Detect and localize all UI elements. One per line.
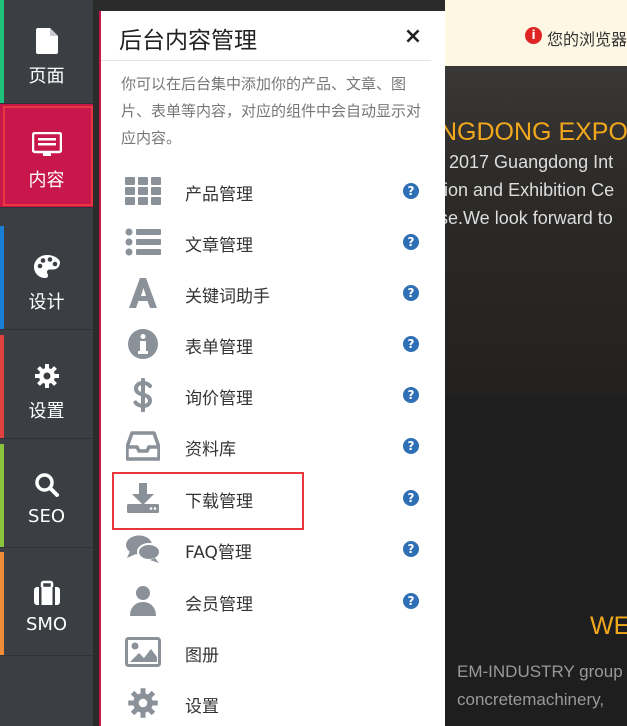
menu-item-label: 产品管理 bbox=[185, 185, 253, 205]
menu-item-articles[interactable]: 文章管理 ? bbox=[111, 219, 436, 265]
list-icon bbox=[123, 223, 163, 261]
section-title: WE bbox=[590, 612, 627, 640]
palette-icon bbox=[0, 252, 93, 282]
sidebar-item-label: SMO bbox=[25, 614, 68, 635]
menu-item-members[interactable]: 会员管理 ? bbox=[111, 578, 436, 624]
search-icon bbox=[0, 470, 93, 500]
hero-text-line: ase.We look forward to bbox=[445, 208, 613, 228]
panel-description: 你可以在后台集中添加你的产品、文章、图片、表单等内容，对应的组件中会自动显示对应… bbox=[121, 75, 422, 147]
gear-icon bbox=[0, 361, 93, 391]
hero-text-line: 9, 2017 Guangdong Int bbox=[445, 152, 614, 172]
menu-item-forms[interactable]: 表单管理 ? bbox=[111, 321, 436, 367]
menu-item-inquiries[interactable]: 询价管理 ? bbox=[111, 372, 436, 418]
menu-item-label: FAQ管理 bbox=[185, 543, 252, 563]
left-sidebar: 页面 内容 设计 设置 SEO SMO bbox=[0, 0, 93, 726]
sidebar-item-design[interactable]: 设计 bbox=[0, 226, 93, 330]
help-icon[interactable]: ? bbox=[403, 541, 419, 557]
image-icon bbox=[123, 633, 163, 671]
gear-icon bbox=[123, 684, 163, 722]
sidebar-item-label: 设置 bbox=[28, 401, 65, 422]
body-text-line: EM-INDUSTRY group bbox=[457, 662, 623, 681]
menu-item-label: 资料库 bbox=[185, 440, 236, 460]
rail-gap bbox=[93, 0, 99, 10]
content-management-panel: 后台内容管理 × 你可以在后台集中添加你的产品、文章、图片、表单等内容，对应的组… bbox=[99, 11, 445, 726]
menu-item-label: 设置 bbox=[185, 697, 219, 717]
help-icon[interactable]: ? bbox=[403, 438, 419, 454]
sidebar-item-label: SEO bbox=[28, 506, 65, 527]
sidebar-item-label: 页面 bbox=[28, 66, 65, 87]
help-icon[interactable]: ? bbox=[403, 387, 419, 403]
dollar-icon bbox=[123, 376, 163, 414]
help-icon[interactable]: ? bbox=[403, 336, 419, 352]
grid-icon bbox=[123, 172, 163, 210]
menu-item-downloads[interactable]: 下载管理 ? bbox=[111, 472, 436, 530]
info-circle-icon bbox=[123, 325, 163, 363]
help-icon[interactable]: ? bbox=[403, 183, 419, 199]
sidebar-item-seo[interactable]: SEO bbox=[0, 444, 93, 548]
user-icon bbox=[123, 582, 163, 620]
sidebar-item-settings[interactable]: 设置 bbox=[0, 335, 93, 439]
body-text-line: concretemachinery, bbox=[457, 690, 605, 709]
file-icon bbox=[0, 26, 93, 56]
sidebar-item-page[interactable]: 页面 bbox=[0, 0, 93, 104]
divider bbox=[101, 60, 431, 61]
menu-item-keyword-assistant[interactable]: 关键词助手 ? bbox=[111, 270, 436, 316]
close-icon[interactable]: × bbox=[401, 24, 425, 49]
comments-icon bbox=[123, 530, 163, 568]
website-preview: i 您的浏览器 NGDONG EXPO 9, 2017 Guangdong In… bbox=[445, 0, 627, 726]
hero-banner bbox=[445, 66, 627, 396]
panel-title: 后台内容管理 bbox=[119, 28, 257, 54]
menu-item-library[interactable]: 资料库 ? bbox=[111, 423, 436, 469]
menu-item-products[interactable]: 产品管理 ? bbox=[111, 168, 436, 214]
hero-text-line: ntion and Exhibition Ce bbox=[445, 180, 615, 200]
menu-item-label: 询价管理 bbox=[185, 389, 253, 409]
sidebar-item-smo[interactable]: SMO bbox=[0, 552, 93, 656]
sidebar-item-content[interactable]: 内容 bbox=[0, 104, 93, 208]
menu-item-label: 关键词助手 bbox=[185, 287, 270, 307]
menu-item-settings[interactable]: 设置 bbox=[111, 680, 436, 726]
font-a-icon bbox=[123, 274, 163, 312]
inbox-icon bbox=[123, 427, 163, 465]
download-icon bbox=[123, 479, 163, 517]
menu-item-faq[interactable]: FAQ管理 ? bbox=[111, 526, 436, 572]
sidebar-item-label: 设计 bbox=[28, 292, 65, 313]
menu-item-label: 文章管理 bbox=[185, 236, 253, 256]
briefcase-icon bbox=[0, 578, 93, 608]
menu-item-label: 会员管理 bbox=[185, 595, 253, 615]
monitor-list-icon bbox=[0, 130, 93, 160]
sidebar-item-label: 内容 bbox=[28, 170, 65, 191]
browser-notice-bar: i 您的浏览器 bbox=[445, 0, 627, 66]
browser-notice-text: 您的浏览器 bbox=[547, 30, 627, 49]
help-icon[interactable]: ? bbox=[403, 285, 419, 301]
help-icon[interactable]: ? bbox=[403, 593, 419, 609]
menu-item-albums[interactable]: 图册 bbox=[111, 629, 436, 675]
menu-item-label: 图册 bbox=[185, 646, 219, 666]
menu-item-label: 表单管理 bbox=[185, 338, 253, 358]
hero-title: NGDONG EXPO bbox=[445, 118, 627, 146]
alert-icon: i bbox=[525, 27, 542, 44]
menu-item-label: 下载管理 bbox=[185, 492, 253, 512]
help-icon[interactable]: ? bbox=[403, 234, 419, 250]
help-icon[interactable]: ? bbox=[403, 490, 419, 506]
